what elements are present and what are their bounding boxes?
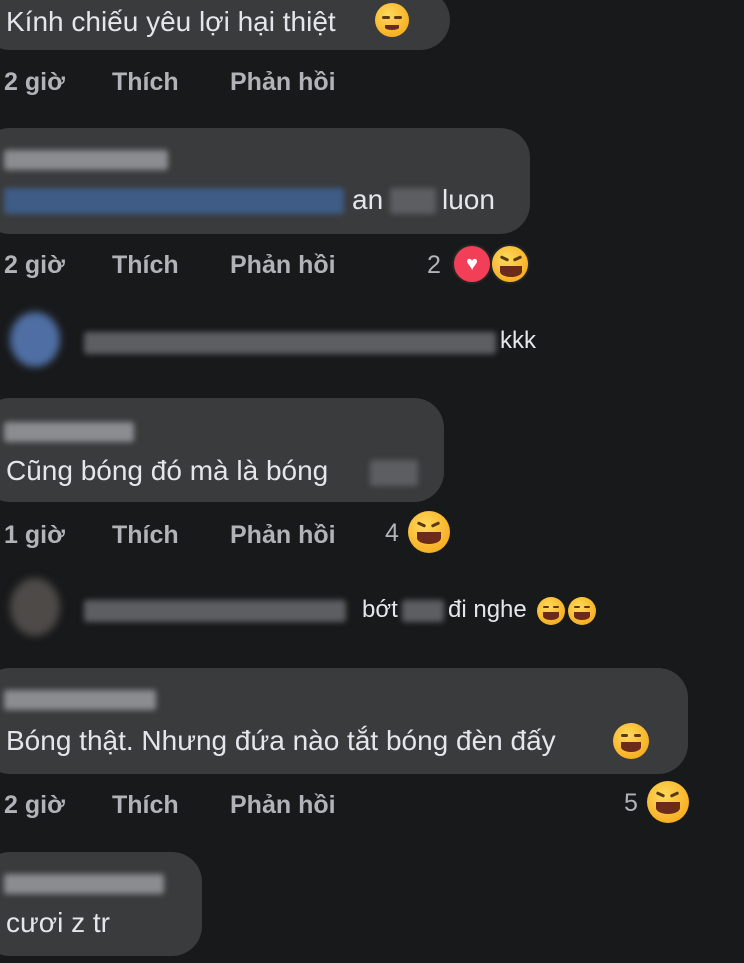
comment-text: cươi z tr [6,907,110,938]
comment-text: đi nghe [448,596,527,623]
comment-bubble [0,668,688,774]
comment-text: luon [442,184,495,215]
blurred-reply-text [84,332,496,354]
like-button[interactable]: Thích [112,791,179,820]
comment-time: 2 giờ [4,68,65,96]
comment-text: Kính chiếu yêu lợi hại thiệt [6,6,336,37]
like-button[interactable]: Thích [112,521,179,550]
reply-button[interactable]: Phản hồi [230,68,336,97]
relieved-emoji-icon [375,3,409,37]
blurred-mention [4,188,344,214]
comment-text: an [352,184,384,215]
comment-text: Cũng bóng đó mà là bóng [6,455,329,486]
blurred-author-name [4,422,134,442]
comment-time: 1 giờ [4,521,65,549]
grinning-emoji-icon [537,597,565,625]
avatar[interactable] [10,578,60,636]
blurred-author-name [4,690,156,710]
reaction-count[interactable]: 4 [385,519,399,548]
reply-button[interactable]: Phản hồi [230,791,336,820]
grinning-emoji-icon [568,597,596,625]
comment-time: 2 giờ [4,251,65,279]
reply-button[interactable]: Phản hồi [230,521,336,550]
comment-bubble [0,852,202,956]
like-button[interactable]: Thích [112,251,179,280]
like-button[interactable]: Thích [112,68,179,97]
laughing-emoji-icon [647,781,689,823]
blurred-author-name [4,874,164,894]
grinning-emoji-icon [613,723,649,759]
blurred-author-name [4,150,168,170]
reaction-count[interactable]: 2 [427,251,441,280]
avatar[interactable] [10,312,60,367]
comment-text: Bóng thật. Nhưng đứa nào tắt bóng đèn đấ… [6,725,556,756]
heart-reaction-icon: ♥ [452,244,492,284]
comment-bubble [0,128,530,234]
comment-time: 2 giờ [4,791,65,819]
comment-text: kkk [500,327,536,354]
reaction-count[interactable]: 5 [624,789,638,818]
blurred-word [402,600,444,622]
reply-button[interactable]: Phản hồi [230,251,336,280]
blurred-word [390,188,436,214]
blurred-reply-text [84,600,346,622]
blurred-word [370,460,418,486]
comment-text: bớt [362,596,398,623]
laughing-emoji-icon [490,244,530,284]
laughing-emoji-icon [408,511,450,553]
